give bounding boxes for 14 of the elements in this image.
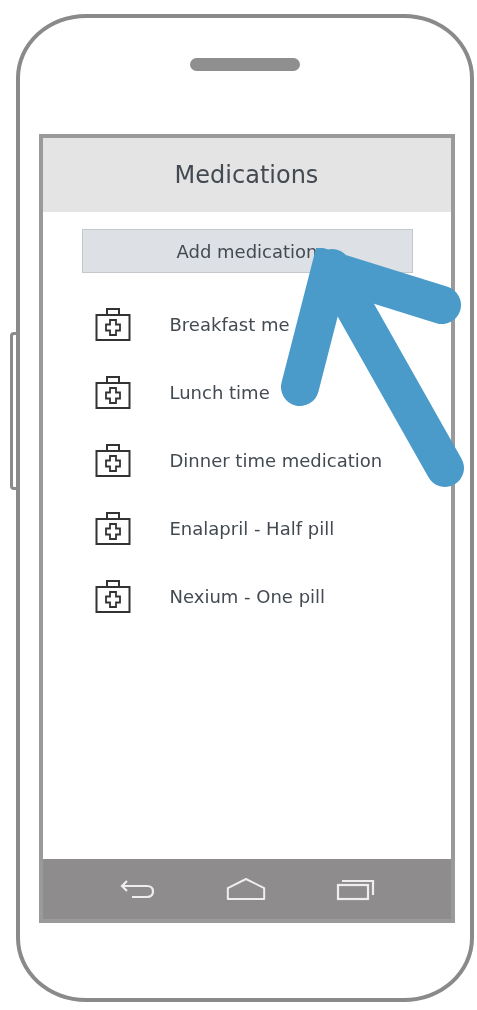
recent-apps-icon[interactable]	[335, 877, 376, 901]
medication-item[interactable]: Lunch time	[169, 381, 270, 403]
medication-item[interactable]: Enalapril - Half pill	[169, 517, 335, 539]
medical-kit-icon	[94, 510, 131, 546]
medical-kit-icon	[94, 306, 131, 342]
screen-title: Medications	[174, 161, 319, 189]
add-medication-button[interactable]: Add medication	[81, 229, 413, 273]
medical-kit-icon	[94, 578, 131, 614]
medication-item[interactable]: Nexium - One pill	[169, 585, 326, 607]
medication-item[interactable]: Breakfast me	[169, 313, 290, 335]
medical-kit-icon	[94, 374, 131, 410]
medical-kit-icon	[94, 442, 131, 478]
medication-item[interactable]: Dinner time medication	[169, 449, 383, 471]
home-icon[interactable]	[226, 877, 267, 901]
